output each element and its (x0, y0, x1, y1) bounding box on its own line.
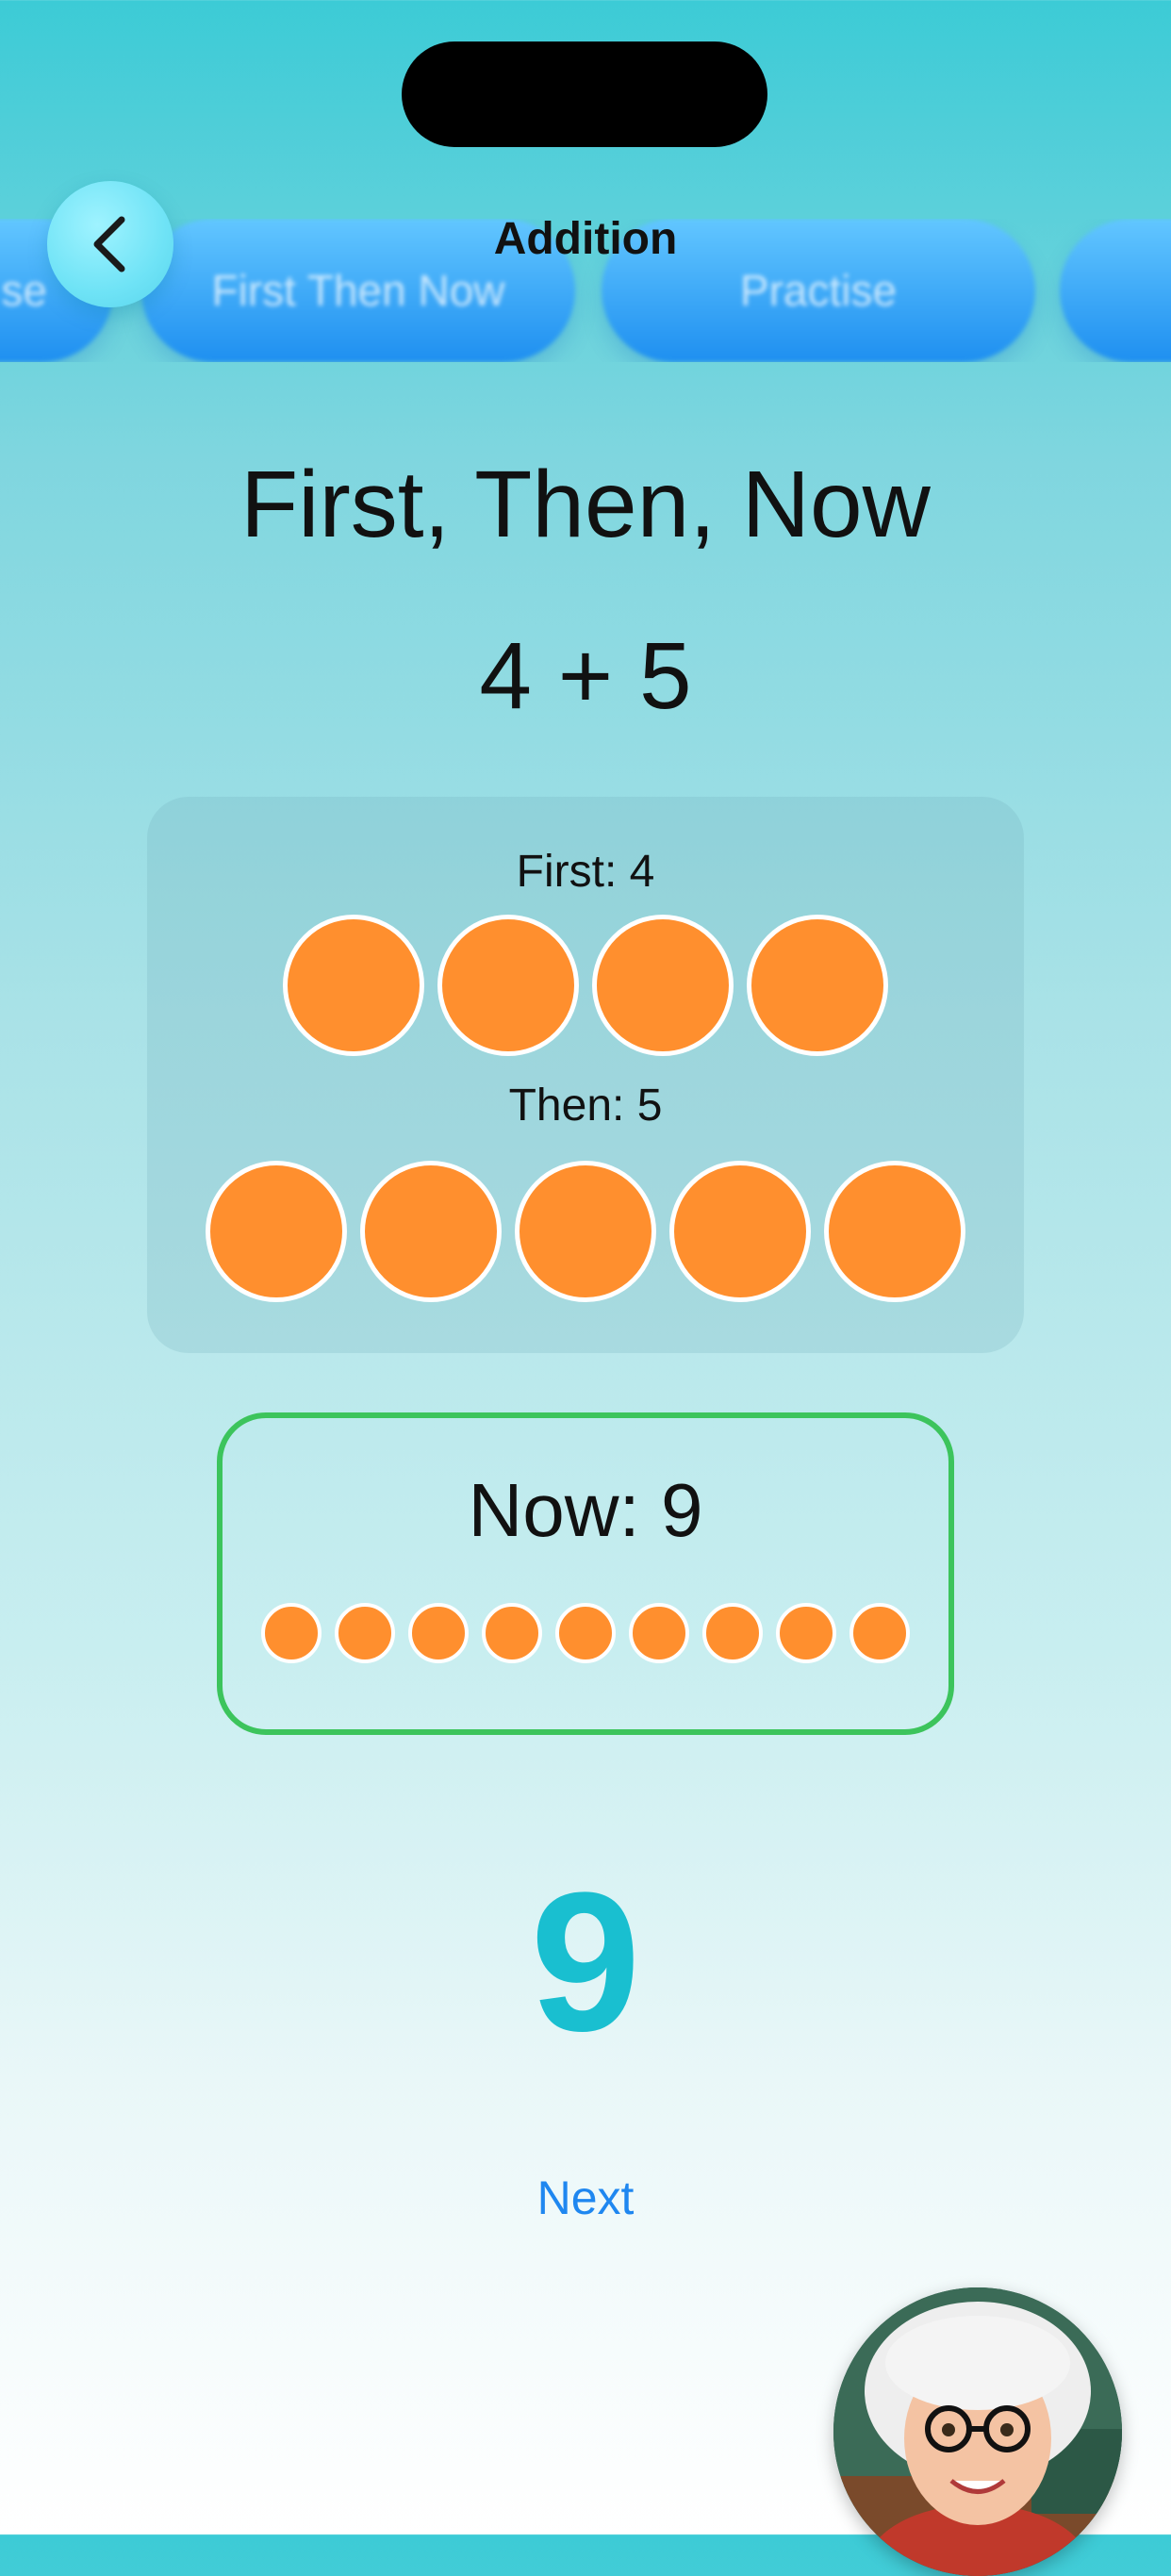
first-dot-row (147, 915, 1024, 1056)
tutor-avatar[interactable] (833, 2287, 1122, 2576)
counter-dot (515, 1161, 656, 1302)
counter-dot-small (482, 1603, 542, 1663)
now-dot-row (223, 1603, 948, 1663)
lesson-title: First, Then, Now (240, 452, 931, 557)
counter-dot (283, 915, 424, 1056)
counter-dot (747, 915, 888, 1056)
counter-dot (824, 1161, 965, 1302)
grandma-avatar-illustration (833, 2287, 1122, 2576)
then-dot-row (147, 1161, 1024, 1302)
counter-dot (669, 1161, 811, 1302)
counter-dot-small (261, 1603, 322, 1663)
nav-title: Addition (493, 214, 678, 264)
now-label: Now: 9 (468, 1468, 703, 1552)
counter-dot (360, 1161, 502, 1302)
counter-dot-small (702, 1603, 763, 1663)
counter-dot-small (776, 1603, 836, 1663)
equation: 4 + 5 (479, 623, 692, 729)
first-group-label: First: 4 (516, 847, 655, 897)
counter-dot-small (629, 1603, 689, 1663)
next-button[interactable]: Next (0, 2171, 1171, 2225)
groups-card: First: 4 Then: 5 (147, 797, 1024, 1353)
counter-dot-small (335, 1603, 395, 1663)
counter-dot-small (408, 1603, 469, 1663)
then-group-label: Then: 5 (508, 1081, 663, 1131)
counter-dot (592, 915, 734, 1056)
dynamic-island (402, 41, 767, 147)
now-card: Now: 9 (217, 1412, 954, 1735)
counter-dot-small (849, 1603, 910, 1663)
counter-dot-small (555, 1603, 616, 1663)
counter-dot (206, 1161, 347, 1302)
answer-number: 9 (530, 1851, 641, 2072)
counter-dot (437, 915, 579, 1056)
